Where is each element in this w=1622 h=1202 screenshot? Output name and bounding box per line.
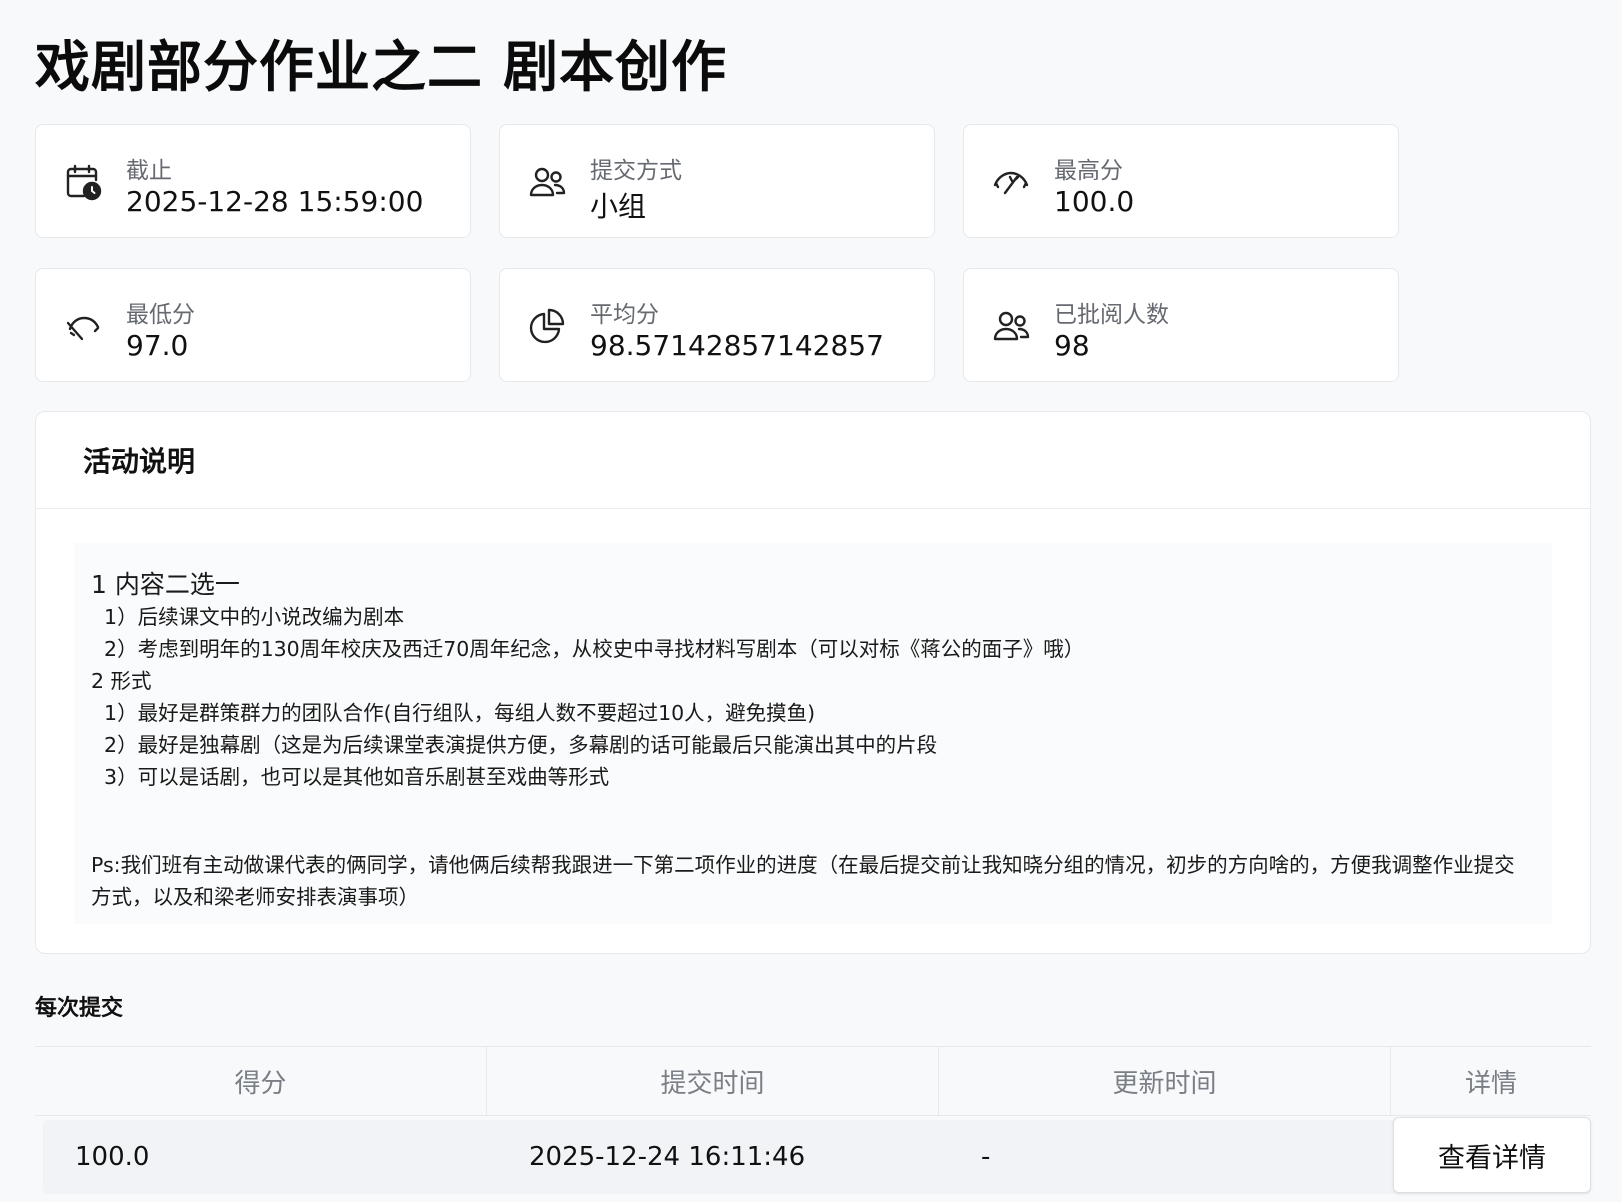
cell-score: 100.0 xyxy=(75,1142,150,1172)
activity-description-card: 活动说明 1 内容二选一 1）后续课文中的小说改编为剧本 2）考虑到明年的130… xyxy=(35,411,1591,954)
view-detail-button[interactable]: 查看详情 xyxy=(1393,1117,1591,1193)
column-header-detail: 详情 xyxy=(1464,1068,1517,1099)
stat-label: 最高分 xyxy=(1054,158,1123,184)
stat-value: 小组 xyxy=(590,190,647,223)
stat-value: 98.57142857142857 xyxy=(590,329,884,362)
stat-card-submit-mode: 提交方式 小组 xyxy=(499,124,935,238)
table-header: 得分 提交时间 更新时间 详情 xyxy=(35,1046,1591,1116)
stat-card-deadline: 截止 2025-12-28 15:59:00 xyxy=(35,124,471,238)
description-ps: Ps:我们班有主动做课代表的俩同学，请他俩后续帮我跟进一下第二项作业的进度（在最… xyxy=(91,853,1515,909)
stat-value: 97.0 xyxy=(126,329,189,362)
group-users-icon xyxy=(528,163,566,201)
stat-label: 提交方式 xyxy=(590,158,682,184)
description-line: 1 内容二选一 xyxy=(91,570,240,599)
stat-value: 98 xyxy=(1054,329,1090,362)
description-line: 1）最好是群策群力的团队合作(自行组队，每组人数不要超过10人，避免摸鱼) xyxy=(91,701,816,725)
cell-submit-time: 2025-12-24 16:11:46 xyxy=(529,1142,806,1172)
stat-card-graded-count: 已批阅人数 98 xyxy=(963,268,1399,382)
stat-label: 截止 xyxy=(126,158,172,184)
description-line: 2）考虑到明年的130周年校庆及西迁70周年纪念，从校史中寻找材料写剧本（可以对… xyxy=(91,637,1085,661)
column-header-submit-time: 提交时间 xyxy=(487,1047,939,1115)
page-title: 戏剧部分作业之二 剧本创作 xyxy=(35,35,728,99)
calendar-clock-icon xyxy=(64,163,102,201)
gauge-high-icon xyxy=(992,163,1030,201)
gauge-low-icon xyxy=(64,307,102,345)
stat-card-min-score: 最低分 97.0 xyxy=(35,268,471,382)
table-row: 100.0 2025-12-24 16:11:46 - 查看详情 xyxy=(43,1117,1591,1194)
description-line: 2）最好是独幕剧（这是为后续课堂表演提供方便，多幕剧的话可能最后只能演出其中的片… xyxy=(91,733,938,757)
description-line: 1）后续课文中的小说改编为剧本 xyxy=(91,605,405,629)
stat-label: 平均分 xyxy=(590,302,659,328)
stat-value: 100.0 xyxy=(1054,185,1135,218)
activity-description-title: 活动说明 xyxy=(83,445,196,478)
cell-update-time: - xyxy=(981,1142,991,1172)
group-users-icon xyxy=(992,307,1030,345)
description-line: 3）可以是话剧，也可以是其他如音乐剧甚至戏曲等形式 xyxy=(91,765,610,789)
column-header-update-time: 更新时间 xyxy=(939,1047,1391,1115)
submissions-section-title: 每次提交 xyxy=(35,996,124,1021)
description-line: 2 形式 xyxy=(91,669,152,693)
column-header-score: 得分 xyxy=(35,1047,487,1115)
stat-label: 最低分 xyxy=(126,302,195,328)
stat-value: 2025-12-28 15:59:00 xyxy=(126,185,424,218)
submissions-table: 得分 提交时间 更新时间 详情 100.0 2025-12-24 16:11:4… xyxy=(35,1046,1591,1194)
stat-card-avg-score: 平均分 98.57142857142857 xyxy=(499,268,935,382)
activity-description-body: 1 内容二选一 1）后续课文中的小说改编为剧本 2）考虑到明年的130周年校庆及… xyxy=(74,543,1552,924)
stat-card-max-score: 最高分 100.0 xyxy=(963,124,1399,238)
pie-chart-icon xyxy=(528,307,566,345)
activity-description-header: 活动说明 xyxy=(36,412,1590,509)
assignment-page: 戏剧部分作业之二 剧本创作 截止 2025-12-28 15:59:00 提交方… xyxy=(0,0,1622,1202)
stat-label: 已批阅人数 xyxy=(1054,302,1169,328)
